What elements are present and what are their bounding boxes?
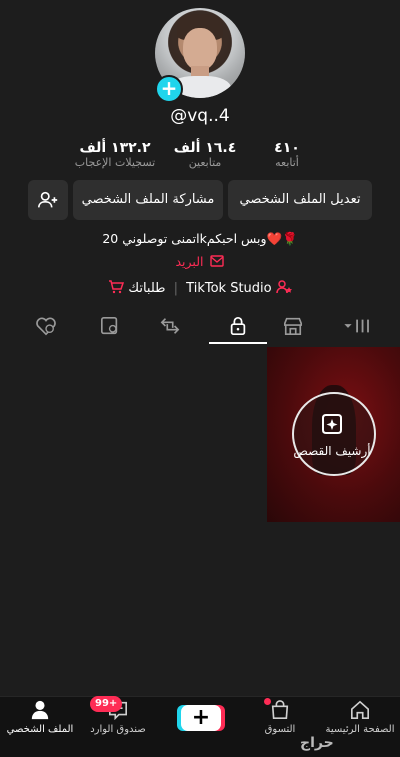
profile-links-row: طلباتك | TikTok Studio bbox=[0, 280, 400, 296]
stat-followers-label: متابعين bbox=[188, 156, 222, 169]
studio-person-icon bbox=[276, 280, 292, 294]
liked-icon bbox=[36, 317, 56, 336]
tab-private[interactable] bbox=[218, 316, 258, 338]
shopping-bag-icon bbox=[271, 700, 289, 719]
nav-home[interactable]: الصفحة الرئيسية bbox=[320, 700, 400, 735]
archive-sparkle-icon bbox=[322, 414, 342, 434]
create-button[interactable]: + bbox=[177, 705, 225, 731]
tiktok-studio-link[interactable]: TikTok Studio bbox=[186, 281, 271, 296]
active-tab-indicator bbox=[209, 342, 267, 344]
tagged-icon bbox=[101, 317, 118, 335]
stat-following[interactable]: ٤١٠ أتابعه bbox=[252, 140, 322, 169]
tab-menu[interactable] bbox=[336, 316, 380, 338]
tab-repost[interactable] bbox=[150, 316, 190, 338]
tab-tagged[interactable] bbox=[90, 316, 130, 338]
add-friend-button[interactable] bbox=[28, 180, 68, 220]
nav-profile[interactable]: الملف الشخصي bbox=[0, 700, 80, 735]
shop-notification-dot bbox=[264, 698, 271, 705]
edit-profile-button[interactable]: تعديل الملف الشخصي bbox=[228, 180, 372, 220]
menu-grid-icon bbox=[344, 319, 369, 333]
profile-person-icon bbox=[31, 700, 49, 720]
stat-likes[interactable]: ١٣٢.٢ ألف تسجيلات الإعجاب bbox=[70, 140, 160, 169]
nav-shop[interactable]: التسوق bbox=[240, 700, 320, 735]
lock-icon bbox=[230, 316, 246, 336]
story-archive-button[interactable] bbox=[292, 392, 376, 476]
add-story-plus-icon[interactable]: + bbox=[155, 75, 183, 103]
home-icon bbox=[351, 700, 369, 719]
inbox-badge: 99+ bbox=[90, 696, 123, 712]
stat-likes-label: تسجيلات الإعجاب bbox=[74, 156, 156, 169]
email-label: البريد bbox=[175, 254, 204, 269]
profile-bio: اتمنى توصلوني 20kوبس احبكم❤️🌹 bbox=[102, 231, 298, 246]
stat-following-label: أتابعه bbox=[275, 156, 299, 169]
stat-followers[interactable]: ١٦.٤ ألف متابعين bbox=[165, 140, 245, 169]
nav-inbox-label: صندوق الوارد bbox=[90, 724, 146, 735]
story-archive-label: أرشيف القصص bbox=[293, 444, 371, 458]
nav-shop-label: التسوق bbox=[264, 724, 296, 735]
envelope-icon bbox=[210, 255, 225, 267]
watermark: حراج bbox=[300, 735, 334, 751]
add-person-icon bbox=[38, 191, 58, 208]
nav-profile-label: الملف الشخصي bbox=[6, 724, 74, 735]
email-link[interactable]: البريد bbox=[0, 254, 400, 269]
tab-shop[interactable] bbox=[273, 316, 313, 338]
share-profile-button[interactable]: مشاركة الملف الشخصي bbox=[73, 180, 223, 220]
stat-followers-value: ١٦.٤ ألف bbox=[173, 140, 237, 156]
cart-icon bbox=[109, 280, 125, 294]
shop-icon bbox=[284, 317, 302, 335]
nav-home-label: الصفحة الرئيسية bbox=[325, 724, 395, 735]
stat-following-value: ٤١٠ bbox=[274, 140, 300, 156]
repost-icon bbox=[160, 318, 180, 334]
orders-link[interactable]: طلباتك bbox=[128, 281, 165, 296]
create-plus-icon: + bbox=[181, 705, 221, 731]
tab-liked[interactable] bbox=[26, 316, 66, 338]
username: @vq..4 bbox=[170, 106, 230, 126]
stat-likes-value: ١٣٢.٢ ألف bbox=[79, 140, 151, 156]
link-separator: | bbox=[173, 281, 179, 296]
